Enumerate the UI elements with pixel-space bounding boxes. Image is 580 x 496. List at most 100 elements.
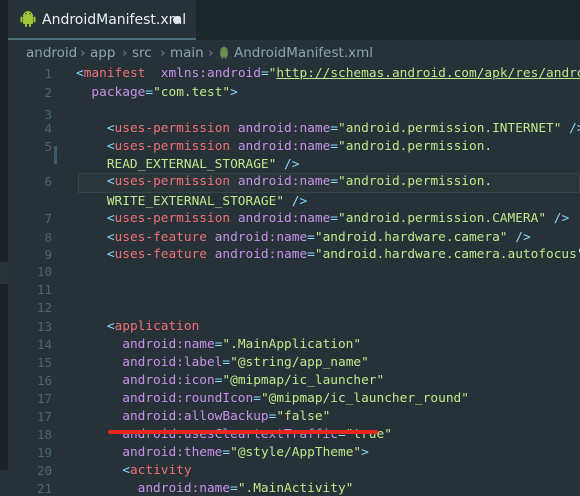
code-token: "@mipmap/ic_launcher" (222, 373, 385, 388)
code-line[interactable]: <uses-permission android:name="android.p… (76, 139, 492, 154)
code-token: < (106, 230, 115, 245)
android-icon (220, 47, 228, 59)
code-line[interactable]: <uses-feature android:name="android.hard… (76, 230, 531, 245)
code-line[interactable]: android:allowBackup="false" (76, 409, 330, 424)
code-line[interactable]: android:roundIcon="@mipmap/ic_launcher_r… (76, 391, 469, 406)
line-number: 15 (36, 355, 52, 370)
code-token: = (330, 211, 339, 226)
code-token: manifest (83, 66, 146, 81)
code-token: "false" (276, 409, 331, 424)
tab-title: AndroidManifest.xml (42, 12, 187, 28)
code-token: application (114, 319, 200, 334)
gutter-change-indicator (54, 146, 57, 164)
line-number: 8 (44, 230, 52, 245)
code-token: android:theme (122, 445, 223, 460)
chevron-right-icon: › (208, 45, 214, 61)
code-token: < (106, 247, 115, 262)
code-token: android:name (230, 211, 331, 226)
breadcrumb-item-file[interactable]: AndroidManifest.xml (234, 45, 373, 61)
line-number: 17 (36, 409, 52, 424)
code-token: /> (291, 194, 308, 209)
code-token: /> (515, 230, 531, 245)
code-token: android:name (137, 481, 231, 496)
code-token: /> (284, 157, 300, 172)
line-number: 19 (36, 445, 52, 460)
line-number: 7 (44, 211, 52, 226)
code-token: uses-feature (114, 247, 207, 262)
line-number: 9 (44, 247, 52, 262)
code-token: android:name (207, 247, 308, 262)
code-line[interactable]: android:name=".MainApplication" (76, 337, 361, 352)
code-line[interactable]: <activity (76, 463, 191, 478)
code-line[interactable]: android:icon="@mipmap/ic_launcher" (76, 373, 384, 388)
unsaved-dot-icon[interactable] (173, 16, 181, 24)
breadcrumb-item-app[interactable]: app (90, 45, 115, 61)
android-icon (20, 11, 36, 27)
chevron-right-icon: › (160, 45, 166, 61)
breadcrumb-item-main[interactable]: main (170, 45, 204, 61)
code-token: uses-permission (114, 121, 231, 136)
code-token: = (330, 174, 339, 189)
line-number: 10 (36, 264, 52, 279)
code-token: < (106, 139, 115, 154)
code-token: "@style/AppTheme" (230, 445, 362, 460)
code-line[interactable]: android:label="@string/app_name" (76, 355, 369, 370)
code-token: "android.permission.INTERNET" (338, 121, 562, 136)
code-line[interactable]: <uses-permission android:name="android.p… (76, 174, 492, 189)
code-token: uses-permission (114, 139, 231, 154)
breadcrumb-item-android[interactable]: android (26, 45, 77, 61)
code-token: android:name (230, 174, 331, 189)
code-line[interactable]: <uses-permission android:name="android.p… (76, 211, 569, 226)
code-line[interactable]: package="com.test"> (76, 85, 237, 100)
code-token: = (260, 66, 269, 81)
code-editor[interactable]: 1 <manifest xmlns:android="http://schemas… (8, 66, 580, 496)
activity-bar-strip (0, 0, 8, 470)
tab-androidmanifest[interactable]: AndroidManifest.xml (8, 0, 196, 40)
code-line[interactable]: <manifest xmlns:android="http://schemas.… (76, 66, 580, 81)
code-line[interactable]: WRITE_EXTERNAL_STORAGE" /> (76, 194, 307, 209)
code-line[interactable]: android:name=".MainActivity" (76, 481, 354, 496)
line-number: 3 (44, 107, 52, 122)
code-line[interactable]: <uses-permission android:name="android.p… (76, 121, 580, 136)
line-number: 13 (36, 319, 52, 334)
code-token: android:name (230, 121, 331, 136)
line-number: 18 (36, 427, 52, 442)
breadcrumb-item-src[interactable]: src (132, 45, 152, 61)
code-token: uses-permission (114, 174, 231, 189)
code-line[interactable]: READ_EXTERNAL_STORAGE" /> (76, 157, 300, 172)
chevron-right-icon: › (80, 45, 86, 61)
line-number: 21 (36, 481, 52, 496)
code-token: READ_EXTERNAL_STORAGE" (76, 157, 277, 172)
code-line[interactable]: <application (76, 319, 199, 334)
code-line[interactable]: <uses-feature android:name="android.hard… (76, 247, 580, 262)
code-token: = (330, 121, 339, 136)
code-token: < (122, 463, 130, 478)
code-token: = (330, 139, 339, 154)
code-token: /> (553, 211, 570, 226)
code-line[interactable]: android:theme="@style/AppTheme"> (76, 445, 369, 460)
code-token: = (230, 481, 238, 496)
line-number: 17 (36, 391, 52, 406)
code-token: "com.test" (153, 85, 231, 100)
line-number: 12 (36, 300, 52, 315)
code-token: = (222, 355, 231, 370)
code-token: "@string/app_name" (230, 355, 369, 370)
code-token: android:allowBackup (122, 409, 269, 424)
line-number: 6 (44, 174, 52, 189)
code-token: "android.permission. (338, 139, 493, 154)
line-number: 20 (36, 463, 52, 478)
code-token: "android.hardware.camera.autofocus" (314, 247, 580, 262)
code-token: = (222, 445, 231, 460)
